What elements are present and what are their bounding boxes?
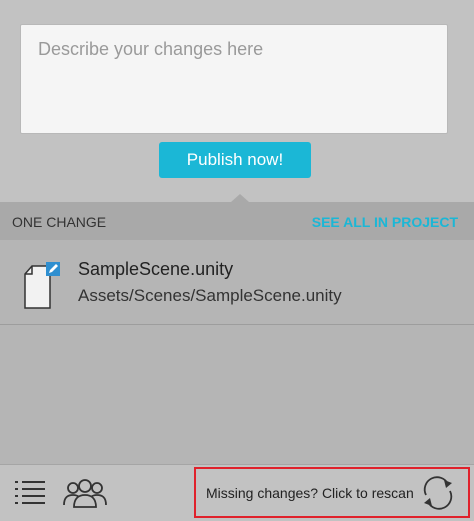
change-count: ONE CHANGE	[12, 214, 107, 230]
modified-file-icon	[24, 262, 60, 309]
users-icon[interactable]	[62, 477, 108, 509]
file-path: Assets/Scenes/SampleScene.unity	[78, 286, 342, 305]
publish-panel: Describe your changes here Publish now!	[0, 0, 474, 202]
header-notch	[231, 194, 249, 202]
changes-list-empty-area	[0, 325, 474, 464]
rescan-label: Missing changes? Click to rescan	[206, 485, 414, 501]
bottom-toolbar: Missing changes? Click to rescan	[0, 464, 474, 521]
refresh-icon	[423, 476, 453, 510]
list-item[interactable]: SampleScene.unity Assets/Scenes/SampleSc…	[0, 240, 474, 325]
publish-button[interactable]: Publish now!	[159, 142, 311, 178]
description-placeholder: Describe your changes here	[38, 39, 264, 59]
rescan-button[interactable]: Missing changes? Click to rescan	[194, 467, 470, 518]
file-name: SampleScene.unity	[78, 259, 234, 279]
description-input[interactable]: Describe your changes here	[20, 24, 448, 134]
list-icon[interactable]	[12, 478, 48, 508]
see-all-in-project-link[interactable]: SEE ALL IN PROJECT	[312, 214, 458, 230]
changes-header: ONE CHANGE SEE ALL IN PROJECT	[0, 202, 474, 240]
